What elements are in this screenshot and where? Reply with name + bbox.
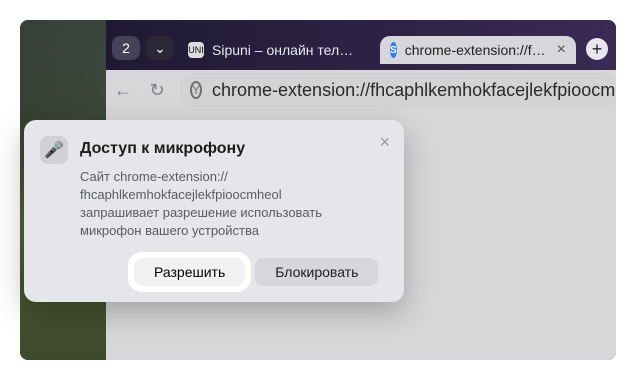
desc-line-2: fhcaphlkemhokfacejlekfpioocmheol [80,187,282,202]
new-tab-button[interactable]: + [586,38,608,60]
popup-title: Доступ к микрофону [80,140,246,157]
tab-chrome-extension[interactable]: S chrome-extension://fhcaphlkemhokfacejl… [380,36,576,64]
tab-title-active: chrome-extension://fhcaphlkemhokfacejlek… [404,42,549,58]
arrow-left-icon: ← [114,79,132,100]
allow-button[interactable]: Разрешить [134,258,246,286]
browser-toolbar: ← ↻ Y chrome-extension://fhcaphlkemhokfa… [106,70,616,110]
tab-sipuni[interactable]: UNI Sipuni – онлайн телефония [188,36,378,64]
microphone-icon: 🎤 [40,136,68,164]
close-popup-button[interactable]: × [379,132,390,153]
sipuni-favicon: UNI [188,42,204,58]
chevron-down-icon: ⌄ [154,39,166,56]
block-button[interactable]: Блокировать [255,258,379,286]
desc-line-1: Сайт chrome-extension:// [80,169,228,184]
yandex-icon: Y [190,81,203,99]
desc-line-4: микрофон вашего устройства [80,223,259,238]
url-text: chrome-extension://fhcaphlkemhokfacejlek… [212,79,616,100]
reload-button[interactable]: ↻ [140,73,174,107]
tab-controls-left: 2 ⌄ [112,36,174,60]
microphone-permission-popup: 🎤 Доступ к микрофону × Сайт chrome-exten… [24,120,404,302]
address-bar[interactable]: Y chrome-extension://fhcaphlkemhokfacejl… [180,73,616,107]
back-button[interactable]: ← [106,73,140,107]
popup-actions: Разрешить Блокировать [134,258,379,286]
desc-line-3: запрашивает разрешение использовать [80,205,322,220]
extension-favicon: S [390,42,397,58]
close-tab-button[interactable]: × [557,41,566,59]
tabs-dropdown-button[interactable]: ⌄ [146,36,174,60]
tab-counter[interactable]: 2 [112,36,140,60]
tab-title: Sipuni – онлайн телефония [212,42,357,58]
reload-icon: ↻ [149,79,165,100]
popup-description: Сайт chrome-extension:// fhcaphlkemhokfa… [80,168,380,240]
